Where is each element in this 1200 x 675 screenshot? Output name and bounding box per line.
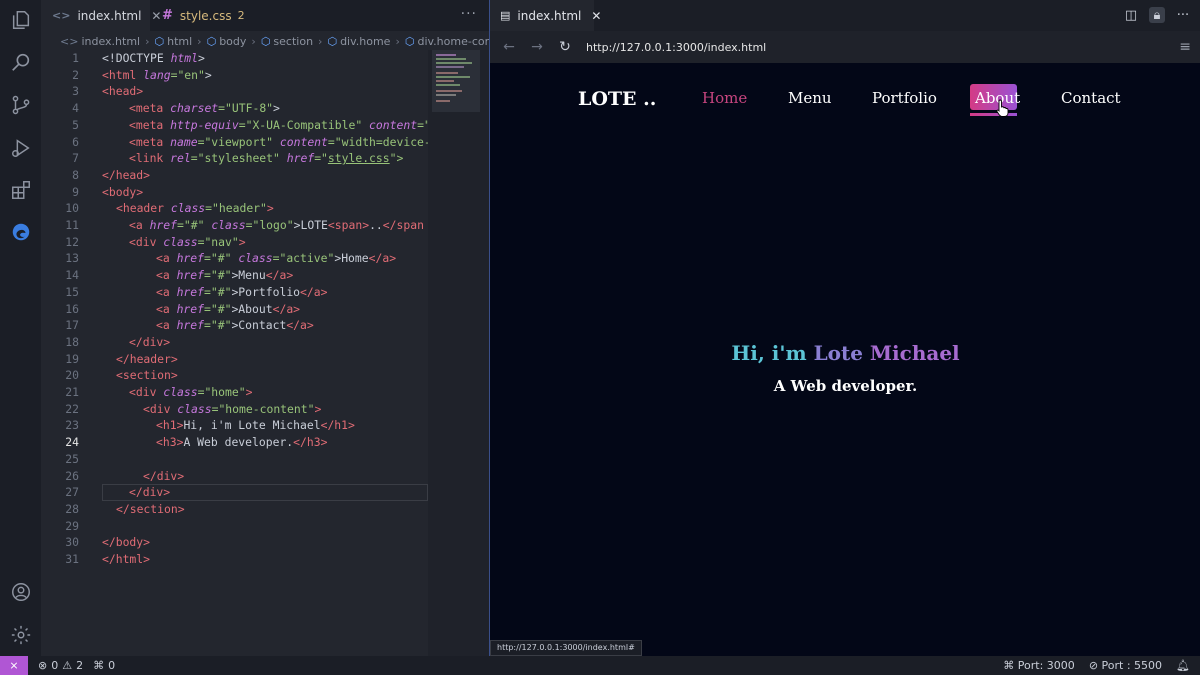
browser-tabbar: ▤ index.html ✕ ◫ 🔒︎ ··· — [490, 0, 1200, 31]
source-control-icon[interactable] — [9, 93, 33, 117]
hero-heading: Hi, i'm Lote Michael — [731, 341, 960, 365]
code-line: 7 <link rel="stylesheet" href="style.css"… — [72, 151, 404, 166]
html-file-icon: <> — [52, 9, 71, 22]
code-line: 19 </header> — [65, 351, 178, 366]
code-line: 28 </section> — [65, 501, 185, 516]
remote-indicator-icon[interactable]: ⨯ — [0, 656, 28, 675]
breadcrumb-item[interactable]: html — [167, 35, 192, 48]
split-editor-icon[interactable]: ◫ — [1123, 7, 1139, 23]
close-icon[interactable]: ✕ — [591, 9, 601, 23]
code-line: 22 <div class="home-content"> — [65, 401, 322, 416]
explorer-icon[interactable] — [9, 8, 33, 32]
breadcrumb-item[interactable]: section — [273, 35, 313, 48]
back-icon[interactable]: ← — [500, 39, 518, 55]
code-line: 20 <section> — [65, 368, 178, 383]
more-actions-icon[interactable]: ··· — [461, 6, 477, 22]
browser-tab-icon: ▤ — [500, 9, 511, 22]
notifications-bell-icon[interactable]: 🔔︎ — [1176, 659, 1190, 672]
code-line: 9 <body> — [72, 184, 144, 199]
nav-link-portfolio[interactable]: Portfolio — [872, 89, 937, 107]
lock-icon[interactable]: 🔒︎ — [1149, 7, 1165, 23]
live-server-status[interactable]: ⊘ Port : 5500 — [1089, 659, 1162, 672]
breadcrumb: <> index.html › ⬡ html › ⬡ body › ⬡ section › ⬡… — [42, 31, 489, 51]
nav-hover-underline — [970, 113, 1017, 116]
hero-subheading: A Web developer. — [773, 377, 918, 395]
preview-browser: ▤ index.html ✕ ◫ 🔒︎ ··· ← → ↻ http://127… — [489, 0, 1200, 656]
code-line: 8 </head> — [72, 167, 151, 182]
code-editor: <> index.html ✕ # style.css 2 ··· <> ind… — [42, 0, 489, 656]
code-line: 4 <meta charset="UTF-8"> — [72, 101, 280, 116]
breadcrumb-item[interactable]: index.html — [81, 35, 140, 48]
code-line: 15 <a href="#">Portfolio</a> — [65, 284, 328, 299]
nav-link-contact[interactable]: Contact — [1061, 89, 1121, 107]
breadcrumb-item[interactable]: div.home-conte — [417, 35, 489, 48]
element-icon: ⬡ — [327, 34, 338, 48]
code-line: 23 <h1>Hi, i'm Lote Michael</h1> — [65, 418, 355, 433]
code-line: 6 <meta name="viewport" content="width=de… — [72, 134, 428, 149]
warning-icon: ⚠ — [62, 659, 73, 672]
ports-indicator[interactable]: ⌘ 0 — [93, 659, 115, 672]
element-icon: ⬡ — [154, 34, 165, 48]
error-icon: ⊗ — [38, 659, 48, 672]
site-logo[interactable]: LOTE .. — [578, 88, 656, 110]
code-line: 18 </div> — [65, 334, 171, 349]
menu-icon[interactable]: ≡ — [1179, 39, 1191, 55]
code-line: 14 <a href="#">Menu</a> — [65, 268, 294, 283]
hand-cursor-icon — [996, 99, 1009, 117]
code-line: 27 </div> — [65, 485, 171, 500]
broadcast-icon: ⌘ — [93, 659, 105, 672]
no-entry-icon: ⊘ — [1088, 659, 1102, 672]
code-line: 12 <div class="nav"> — [65, 234, 246, 249]
element-icon: ⬡ — [260, 34, 271, 48]
code-line: 3 <head> — [72, 84, 144, 99]
broadcast-icon: ⌘ — [1003, 659, 1018, 672]
code-line: 16 <a href="#">About</a> — [65, 301, 301, 316]
html-file-icon: <> — [60, 34, 79, 48]
element-icon: ⬡ — [404, 34, 415, 48]
activity-bar — [0, 0, 42, 656]
element-icon: ⬡ — [206, 34, 217, 48]
nav-link-home[interactable]: Home — [702, 89, 747, 107]
breadcrumb-item[interactable]: body — [219, 35, 246, 48]
code-line: 31 </html> — [65, 552, 151, 566]
tab-preview[interactable]: ▤ index.html ✕ — [490, 0, 601, 31]
code-line: 10 <header class="header"> — [65, 201, 274, 216]
url-input[interactable]: http://127.0.0.1:3000/index.html — [586, 41, 766, 54]
code-line: 30 </body> — [65, 535, 151, 550]
status-bar: ⨯ ⊗ 0 ⚠ 2 ⌘ 0 ⌘ Port: 3000 ⊘ Port : 5500 🔔︎ — [0, 656, 1200, 675]
nav-link-menu[interactable]: Menu — [788, 89, 832, 107]
site-viewport: LOTE .. Home Menu Portfolio About Contac… — [490, 63, 1200, 656]
breadcrumb-item[interactable]: div.home — [340, 35, 390, 48]
problems-indicator[interactable]: ⊗ 0 ⚠ 2 — [38, 659, 83, 672]
run-debug-icon[interactable] — [9, 136, 33, 160]
code-line: 13 <a href="#" class="active">Home</a> — [65, 251, 397, 266]
search-icon[interactable] — [9, 50, 33, 74]
code-line: 17 <a href="#">Contact</a> — [65, 318, 314, 333]
code-line: 25 — [65, 451, 79, 466]
edge-devtools-icon[interactable] — [9, 220, 33, 244]
link-hover-status: http://127.0.0.1:3000/index.html# — [490, 640, 642, 656]
code-line: 26 </div> — [65, 468, 185, 483]
address-bar: ← → ↻ http://127.0.0.1:3000/index.html ≡ — [490, 31, 1200, 63]
code-line: 29 — [65, 518, 79, 533]
code-line: 1 <!DOCTYPE html> — [72, 51, 205, 65]
minimap[interactable] — [428, 50, 489, 656]
more-actions-icon[interactable]: ··· — [1175, 7, 1191, 23]
code-line: 2 <html lang="en"> — [72, 67, 212, 82]
code-line: 24 <h3>A Web developer.</h3> — [65, 435, 328, 450]
forward-icon[interactable]: → — [528, 39, 546, 55]
problem-count-badge: 2 — [237, 9, 245, 22]
account-icon[interactable] — [9, 580, 33, 604]
code-line: 21 <div class="home"> — [65, 385, 253, 399]
editor-tabs: <> index.html ✕ # style.css 2 ··· — [42, 0, 489, 31]
tab-index-html[interactable]: <> index.html ✕ — [42, 0, 161, 31]
gear-icon[interactable] — [9, 623, 33, 647]
extensions-icon[interactable] — [9, 178, 33, 202]
port-forward-status[interactable]: ⌘ Port: 3000 — [1003, 659, 1075, 672]
refresh-icon[interactable]: ↻ — [556, 39, 574, 55]
code-line: 5 <meta http-equiv="X-UA-Compatible" cont… — [72, 117, 428, 132]
css-file-icon: # — [162, 8, 173, 23]
tab-style-css[interactable]: # style.css 2 — [152, 0, 292, 31]
code-line: 11 <a href="#" class="logo">LOTE<span>..<… — [65, 218, 424, 232]
